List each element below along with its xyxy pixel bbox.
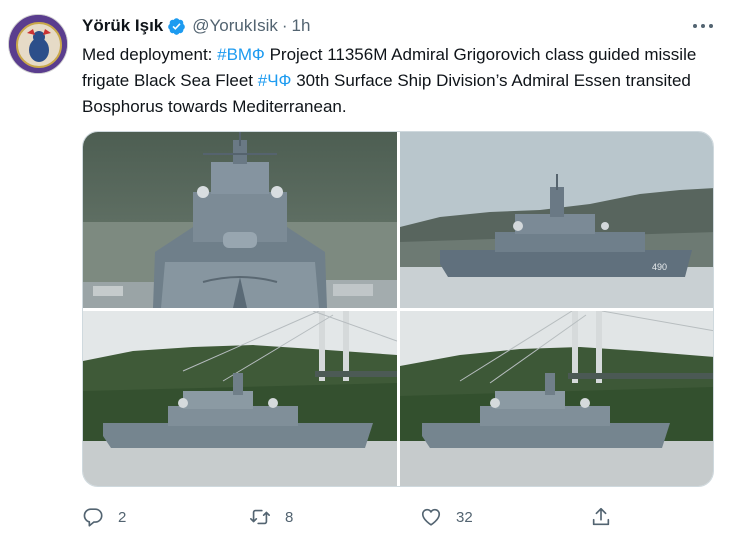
tweet-actions: 2 8 32	[82, 503, 622, 531]
tweet-text: Med deployment: #ВМФ Project 11356M Admi…	[82, 42, 714, 120]
hashtag-link[interactable]: #ВМФ	[217, 45, 265, 64]
media-image-3[interactable]	[83, 311, 397, 486]
share-button[interactable]	[590, 503, 626, 531]
reply-icon	[83, 508, 103, 527]
media-image-4[interactable]	[400, 311, 713, 486]
tweet-timestamp[interactable]: 1h	[292, 16, 311, 36]
reply-button[interactable]: 2	[82, 503, 126, 531]
avatar[interactable]	[8, 14, 68, 74]
author-name[interactable]: Yörük Işık	[82, 16, 163, 36]
share-icon	[592, 507, 610, 526]
tweet-text-segment: Med deployment:	[82, 45, 218, 64]
media-grid: 490	[82, 131, 714, 487]
retweet-count: 8	[285, 508, 294, 526]
retweet-icon	[250, 509, 270, 525]
retweet-button[interactable]: 8	[249, 503, 293, 531]
hull-number: 490	[652, 262, 667, 272]
like-button[interactable]: 32	[420, 503, 473, 531]
heart-icon	[421, 508, 441, 526]
like-count: 32	[456, 508, 473, 526]
more-options-icon[interactable]	[690, 16, 716, 36]
tweet[interactable]: Yörük Işık @YorukIsik · 1h Med deploymen…	[0, 0, 732, 535]
reply-count: 2	[118, 508, 127, 526]
hashtag-link[interactable]: #ЧФ	[258, 71, 292, 90]
verified-badge-icon	[167, 17, 186, 36]
media-image-1[interactable]	[83, 132, 397, 308]
tweet-header: Yörük Işık @YorukIsik · 1h	[82, 14, 310, 38]
author-handle[interactable]: @YorukIsik	[192, 16, 278, 36]
separator-dot: ·	[281, 16, 288, 35]
media-image-2[interactable]: 490	[400, 132, 713, 308]
avatar-image	[9, 15, 67, 73]
